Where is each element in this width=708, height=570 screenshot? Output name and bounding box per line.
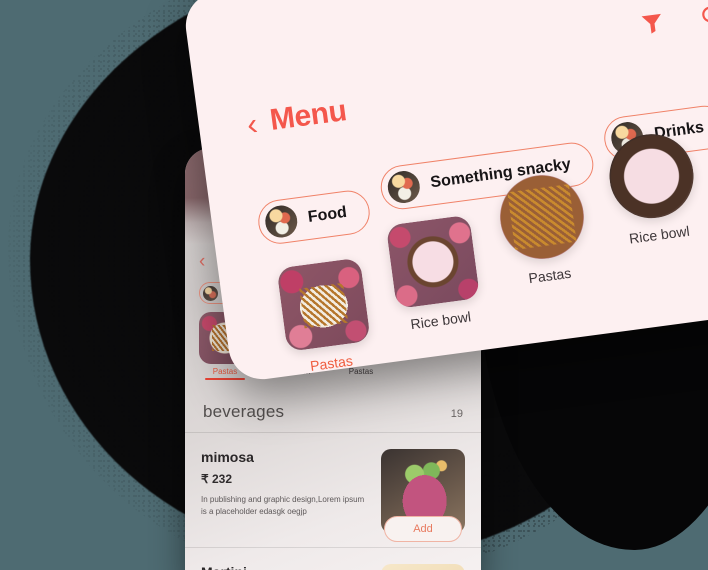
mimosa-cocktail-photo: Add [381, 449, 465, 542]
rice-bowl-thumbnail [385, 214, 481, 310]
category-label: Pastas [527, 264, 573, 287]
category-item-rice-bowl-2[interactable]: Rice bowl [604, 128, 702, 248]
section-header-beverages: beverages 19 [185, 380, 481, 433]
category-label: Rice bowl [409, 308, 472, 333]
chevron-left-icon[interactable]: ‹ [199, 252, 205, 271]
active-underline [205, 378, 245, 380]
chevron-left-icon[interactable]: ‹ [245, 105, 260, 141]
menu-row-mimosa[interactable]: mimosa ₹ 232 In publishing and graphic d… [185, 433, 481, 547]
section-title: beverages [203, 402, 285, 421]
category-label: Rice bowl [628, 222, 691, 247]
item-name: Martini [201, 564, 371, 570]
menu-row-martini[interactable]: Martini [185, 547, 481, 570]
add-button[interactable]: Add [384, 516, 462, 542]
card-header: ‹ Menu [245, 94, 349, 141]
item-price: ₹ 232 [201, 472, 232, 486]
category-item-pastas[interactable]: Pastas [276, 257, 375, 384]
search-icon[interactable] [697, 1, 708, 30]
item-name: mimosa [201, 449, 254, 465]
section-count: 19 [450, 408, 463, 420]
item-description: In publishing and graphic design,Lorem i… [201, 495, 365, 516]
filter-funnel-icon[interactable] [638, 9, 667, 38]
menu-row-text: mimosa ₹ 232 In publishing and graphic d… [201, 449, 371, 533]
card-action-icons [638, 1, 708, 38]
menu-card: ‹ Menu Food Something snacky Drinks Past… [181, 0, 708, 384]
food-avatar-icon [203, 285, 218, 301]
category-item-rice-bowl[interactable]: Rice bowl [385, 214, 484, 334]
pastas-thumbnail [276, 257, 371, 352]
pastas-round-thumbnail [494, 169, 590, 265]
page-title: Menu [267, 94, 349, 137]
category-item-pastas-2[interactable]: Pastas [494, 169, 593, 289]
menu-row-text: Martini [201, 564, 371, 570]
martini-photo [381, 564, 465, 570]
rice-bowl-round-thumbnail [604, 128, 699, 224]
